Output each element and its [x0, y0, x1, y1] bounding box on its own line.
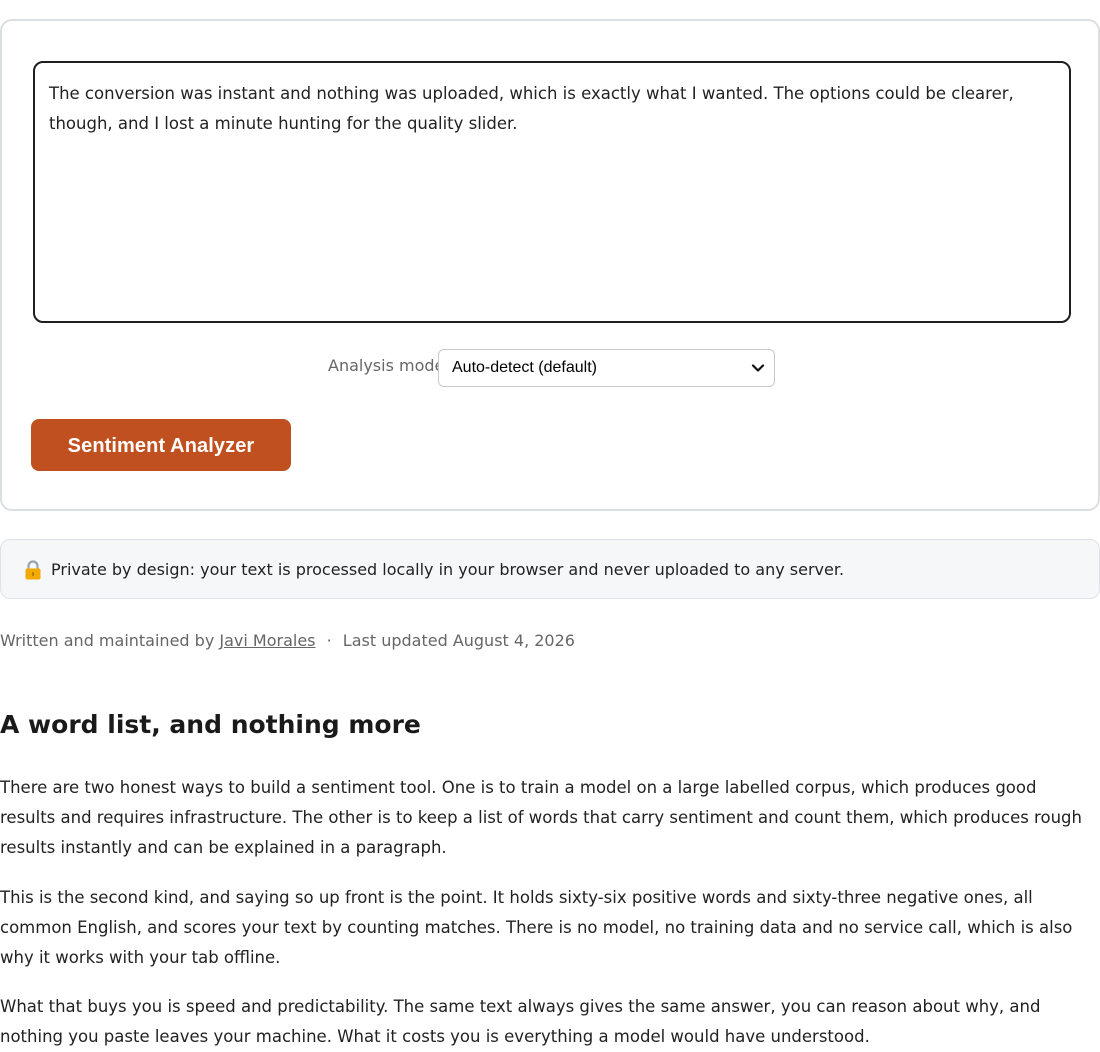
review-text-input[interactable]: The conversion was instant and nothing w… [33, 61, 1071, 323]
article-paragraph: This is the second kind, and saying so u… [0, 888, 1073, 967]
lock-icon [25, 560, 41, 580]
analysis-mode-select[interactable]: Auto-detect (default) [438, 349, 775, 387]
analysis-mode-row: Analysis mode Auto-detect (default) [2, 347, 1098, 387]
article-paragraph: What that buys you is speed and predicta… [0, 997, 1041, 1046]
chevron-down-icon [751, 364, 765, 372]
last-updated: Last updated August 4, 2026 [342, 631, 575, 650]
section-heading: A word list, and nothing more [0, 710, 421, 739]
analysis-mode-label: Analysis mode [328, 356, 445, 375]
author-link[interactable]: Javi Morales [219, 631, 315, 650]
privacy-note-text: Private by design: your text is processe… [51, 560, 845, 579]
byline-prefix: Written and maintained by [0, 631, 215, 650]
byline: Written and maintained by Javi Morales ·… [0, 631, 575, 650]
sentiment-analyzer-button[interactable]: Sentiment Analyzer [31, 419, 291, 471]
byline-separator: · [326, 631, 332, 650]
article-paragraph: There are two honest ways to build a sen… [0, 778, 1082, 857]
privacy-note: Private by design: your text is processe… [0, 539, 1100, 599]
sentiment-tool-card: The conversion was instant and nothing w… [0, 19, 1100, 511]
analysis-mode-selected-value: Auto-detect (default) [452, 359, 597, 376]
